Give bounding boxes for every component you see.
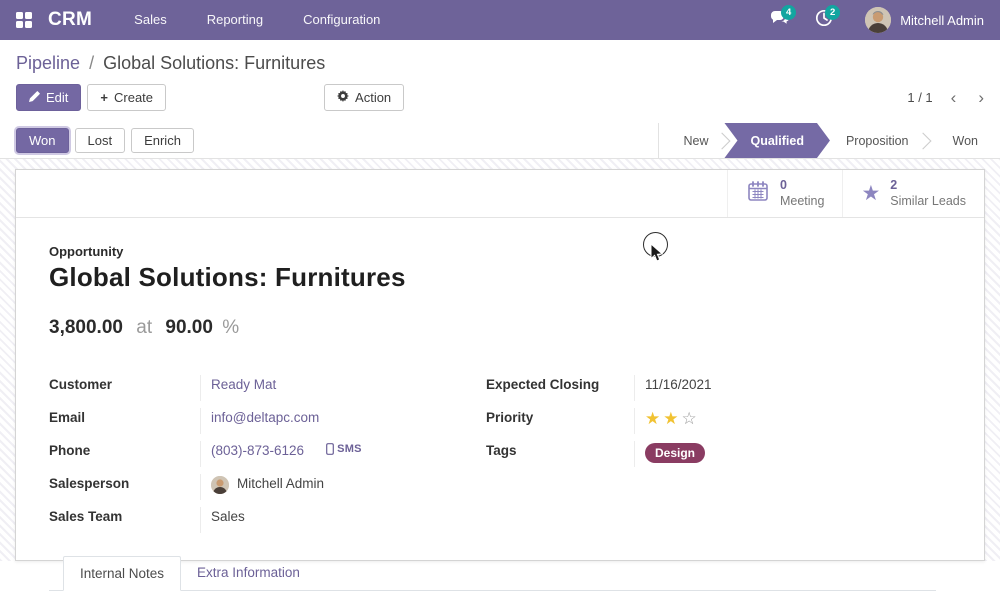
app-brand[interactable]: CRM: [48, 9, 92, 31]
star-empty-icon[interactable]: ☆: [682, 410, 697, 427]
field-grid: Customer Ready Mat Email info@deltapc.co…: [49, 375, 936, 540]
tab-internal-notes[interactable]: Internal Notes: [63, 556, 181, 591]
nav-item-configuration[interactable]: Configuration: [287, 0, 396, 40]
meeting-stat-button[interactable]: 0 Meeting: [727, 170, 842, 217]
form-background: 0 Meeting ★ 2 Similar Leads Opportunity …: [0, 159, 1000, 561]
similar-leads-stat-button[interactable]: ★ 2 Similar Leads: [842, 170, 984, 217]
breadcrumb: Pipeline / Global Solutions: Furnitures: [16, 53, 984, 74]
calendar-icon: [746, 179, 770, 208]
gear-icon: [337, 90, 349, 105]
email-row: Email info@deltapc.com: [49, 408, 486, 441]
star-filled-icon[interactable]: ★: [663, 410, 678, 427]
similar-leads-label: Similar Leads: [890, 194, 966, 210]
breadcrumb-current: Global Solutions: Furnitures: [103, 53, 325, 73]
phone-row: Phone (803)-873-6126 SMS: [49, 441, 486, 474]
notebook-tabs: Internal Notes Extra Information: [49, 556, 936, 591]
control-panel: Pipeline / Global Solutions: Furnitures …: [0, 40, 1000, 111]
customer-label: Customer: [49, 375, 200, 392]
stage-new[interactable]: New: [661, 123, 730, 158]
nav-item-sales[interactable]: Sales: [118, 0, 183, 40]
phone-value-link[interactable]: (803)-873-6126: [211, 443, 304, 458]
expected-closing-value[interactable]: 11/16/2021: [645, 377, 712, 392]
amount-row: 3,800.00 at 90.00 %: [49, 317, 936, 339]
sales-team-value[interactable]: Sales: [211, 509, 245, 524]
salesperson-value[interactable]: Mitchell Admin: [237, 476, 324, 491]
pager-previous-icon[interactable]: ‹: [951, 89, 957, 106]
tags-row: Tags Design: [486, 441, 936, 474]
percent-sign: %: [222, 317, 239, 338]
navbar-right: 4 2 Mitchell Admin: [763, 0, 984, 40]
activities-badge: 2: [825, 5, 840, 20]
probability-value: 90.00: [165, 317, 213, 338]
user-menu[interactable]: Mitchell Admin: [865, 7, 984, 33]
won-button[interactable]: Won: [16, 128, 69, 153]
meeting-label: Meeting: [780, 194, 824, 210]
apps-menu-icon[interactable]: [16, 12, 32, 28]
priority-label: Priority: [486, 408, 634, 425]
sheet-body: Opportunity Global Solutions: Furnitures…: [16, 218, 984, 591]
user-name: Mitchell Admin: [900, 13, 984, 28]
salesperson-label: Salesperson: [49, 474, 200, 491]
tag-design[interactable]: Design: [645, 443, 705, 463]
priority-stars[interactable]: ★ ★ ☆: [645, 410, 697, 427]
star-filled-icon[interactable]: ★: [645, 410, 660, 427]
stage-proposition[interactable]: Proposition: [824, 123, 931, 158]
create-button[interactable]: + Create: [87, 84, 166, 111]
pager: 1 / 1 ‹ ›: [907, 89, 984, 106]
plus-icon: +: [100, 90, 108, 105]
status-row: Won Lost Enrich New Qualified Propositio…: [0, 123, 1000, 159]
messages-button[interactable]: 4: [763, 0, 797, 40]
mobile-phone-icon: [326, 443, 334, 455]
navbar-menu: Sales Reporting Configuration: [118, 0, 396, 40]
salesperson-avatar: [211, 476, 229, 494]
customer-value-link[interactable]: Ready Mat: [211, 377, 276, 392]
phone-label: Phone: [49, 441, 200, 458]
form-sheet: 0 Meeting ★ 2 Similar Leads Opportunity …: [15, 169, 985, 561]
stat-button-bar: 0 Meeting ★ 2 Similar Leads: [16, 170, 984, 218]
breadcrumb-separator: /: [89, 53, 94, 73]
email-value-link[interactable]: info@deltapc.com: [211, 410, 319, 425]
expected-revenue: 3,800.00: [49, 317, 123, 338]
right-field-group: Expected Closing 11/16/2021 Priority ★ ★…: [486, 375, 936, 540]
lost-button[interactable]: Lost: [75, 128, 126, 153]
activities-button[interactable]: 2: [807, 0, 841, 40]
star-icon: ★: [861, 183, 880, 204]
breadcrumb-pipeline-link[interactable]: Pipeline: [16, 53, 80, 73]
stage-won[interactable]: Won: [931, 123, 1000, 158]
expected-closing-row: Expected Closing 11/16/2021: [486, 375, 936, 408]
tags-label: Tags: [486, 441, 634, 458]
edit-button[interactable]: Edit: [16, 84, 81, 111]
priority-row: Priority ★ ★ ☆: [486, 408, 936, 441]
enrich-button[interactable]: Enrich: [131, 128, 194, 153]
pager-next-icon[interactable]: ›: [978, 89, 984, 106]
opportunity-title: Global Solutions: Furnitures: [49, 262, 936, 293]
customer-row: Customer Ready Mat: [49, 375, 486, 408]
expected-closing-label: Expected Closing: [486, 375, 634, 392]
top-navbar: CRM Sales Reporting Configuration 4 2: [0, 0, 1000, 40]
action-button[interactable]: Action: [324, 84, 404, 111]
pager-count: 1 / 1: [907, 90, 932, 105]
pencil-icon: [29, 90, 40, 105]
user-avatar: [865, 7, 891, 33]
salesperson-row: Salesperson Mitchell Admin: [49, 474, 486, 507]
nav-item-reporting[interactable]: Reporting: [191, 0, 279, 40]
meeting-count: 0: [780, 178, 824, 194]
sms-link[interactable]: SMS: [326, 443, 362, 455]
left-field-group: Customer Ready Mat Email info@deltapc.co…: [49, 375, 486, 540]
at-word: at: [136, 317, 152, 338]
stage-statusbar: New Qualified Proposition Won: [658, 123, 1000, 158]
sales-team-row: Sales Team Sales: [49, 507, 486, 540]
email-label: Email: [49, 408, 200, 425]
sales-team-label: Sales Team: [49, 507, 200, 524]
similar-leads-count: 2: [890, 178, 966, 194]
toolbar: Edit + Create Action 1 / 1 ‹ ›: [16, 84, 984, 111]
stage-qualified[interactable]: Qualified: [724, 123, 829, 158]
messages-badge: 4: [781, 5, 796, 20]
record-type-label: Opportunity: [49, 244, 936, 259]
tab-extra-information[interactable]: Extra Information: [181, 556, 316, 590]
